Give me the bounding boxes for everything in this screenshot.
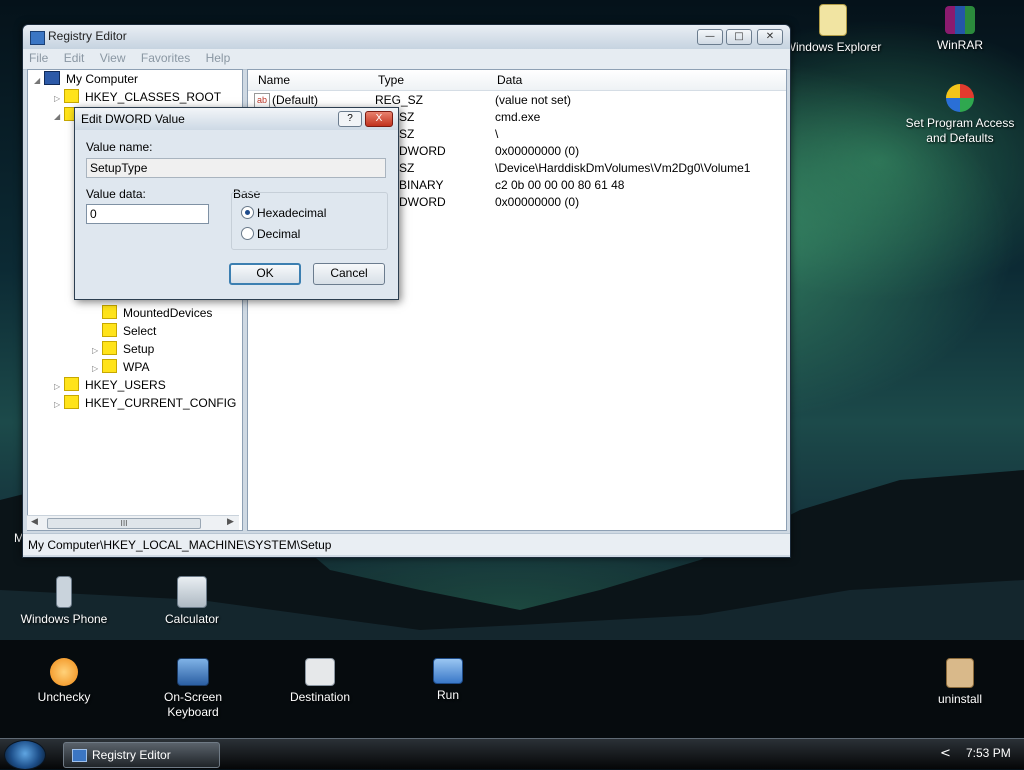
desktop-icon-unchecky[interactable]: Unchecky: [9, 658, 119, 705]
ok-button[interactable]: OK: [229, 263, 301, 285]
base-group: [231, 192, 388, 250]
decimal-radio[interactable]: [241, 227, 254, 240]
value-data-input[interactable]: 0: [86, 204, 209, 224]
collapse-arrow-icon[interactable]: ◢: [54, 108, 64, 126]
column-name[interactable]: Name: [258, 73, 290, 87]
folder-icon: [102, 359, 117, 373]
tree-item-wpa[interactable]: ▷ WPA: [92, 358, 149, 376]
scroll-thumb[interactable]: III: [47, 518, 201, 529]
folder-icon: [102, 323, 117, 337]
folder-icon: [102, 341, 117, 355]
folder-icon: [64, 395, 79, 409]
winrar-books-icon: [945, 6, 975, 34]
string-value-icon: ab: [254, 93, 270, 108]
scroll-left-icon[interactable]: ◀: [31, 517, 38, 527]
decimal-label[interactable]: Decimal: [257, 227, 300, 241]
menu-favorites[interactable]: Favorites: [135, 49, 196, 67]
window-title: Registry Editor: [48, 29, 127, 43]
edit-dword-dialog[interactable]: Edit DWORD Value ? X Value name: SetupTy…: [74, 107, 399, 300]
hexadecimal-radio[interactable]: [241, 206, 254, 219]
taskbar-button-registry-editor[interactable]: Registry Editor: [63, 742, 220, 768]
phone-icon: [56, 576, 72, 608]
registry-app-icon: [30, 31, 45, 45]
calculator-icon: [177, 576, 207, 608]
folder-icon: [64, 377, 79, 391]
value-name-field[interactable]: SetupType: [86, 158, 386, 178]
menu-help[interactable]: Help: [200, 49, 237, 67]
list-header: Name Type Data: [248, 70, 786, 91]
dialog-title: Edit DWORD Value: [81, 112, 185, 126]
dialog-close-button[interactable]: X: [365, 111, 393, 127]
status-bar: My Computer\HKEY_LOCAL_MACHINE\SYSTEM\Se…: [23, 533, 790, 555]
tree-item-select[interactable]: Select: [92, 322, 156, 340]
desktop-icon-uninstall[interactable]: uninstall: [905, 658, 1015, 707]
desktop-icon-calculator[interactable]: Calculator: [137, 576, 247, 627]
title-bar[interactable]: Registry Editor — □ ✕: [23, 25, 790, 49]
value-name-label: Value name:: [86, 140, 153, 154]
desktop-icon-destination[interactable]: Destination: [265, 658, 375, 705]
expand-arrow-icon[interactable]: ▷: [54, 396, 64, 414]
tree-item-setup[interactable]: ▷ Setup: [92, 340, 154, 358]
desktop-icon-on-screen-keyboard[interactable]: On-Screen Keyboard: [137, 658, 249, 720]
tree-item-hkey-classes-root[interactable]: ▷ HKEY_CLASSES_ROOT: [54, 88, 221, 106]
folder-icon: [102, 305, 117, 319]
desktop-icon-set-program-access[interactable]: Set Program Access and Defaults: [902, 84, 1018, 146]
tree-item-my-computer[interactable]: ◢ My Computer: [34, 70, 138, 88]
magnifier-folder-icon: [819, 4, 847, 36]
menu-view[interactable]: View: [94, 49, 132, 67]
column-type[interactable]: Type: [378, 73, 404, 87]
tree-item-hkey-current-config[interactable]: ▷ HKEY_CURRENT_CONFIG: [54, 394, 236, 412]
keyboard-icon: [177, 658, 209, 686]
menu-file[interactable]: File: [23, 49, 54, 67]
folder-icon: [64, 89, 79, 103]
scroll-right-icon[interactable]: ▶: [227, 517, 234, 527]
tree-item-mounteddevices[interactable]: MountedDevices: [92, 304, 212, 322]
start-orb-icon[interactable]: [4, 740, 46, 770]
minimize-button[interactable]: —: [697, 29, 723, 45]
desktop-icon-winrar[interactable]: WinRAR: [905, 6, 1015, 53]
help-button[interactable]: ?: [338, 111, 362, 127]
dialog-title-bar[interactable]: Edit DWORD Value ? X: [75, 108, 398, 130]
close-button[interactable]: ✕: [757, 29, 783, 45]
value-data-label: Value data:: [86, 187, 146, 201]
cancel-button[interactable]: Cancel: [313, 263, 385, 285]
tree-horizontal-scrollbar[interactable]: ◀ III ▶: [27, 515, 239, 530]
clock[interactable]: 7:53 PM: [966, 746, 1011, 760]
desktop-icon-windows-phone[interactable]: Windows Phone: [9, 576, 119, 627]
computer-icon: [44, 71, 60, 85]
unchecky-icon: [50, 658, 78, 686]
uninstall-icon: [946, 658, 974, 688]
desktop-icon-windows-explorer[interactable]: Windows Explorer: [778, 4, 888, 55]
column-data[interactable]: Data: [497, 73, 522, 87]
program-access-icon: [946, 84, 974, 112]
menu-edit[interactable]: Edit: [58, 49, 91, 67]
hexadecimal-label[interactable]: Hexadecimal: [257, 206, 326, 220]
envelope-icon: [305, 658, 335, 686]
taskbar: Registry Editor < 7:53 PM: [0, 738, 1024, 770]
tree-item-hkey-users[interactable]: ▷ HKEY_USERS: [54, 376, 166, 394]
show-hidden-icons-button[interactable]: <: [940, 746, 951, 761]
registry-app-icon: [72, 749, 87, 762]
run-icon: [433, 658, 463, 684]
desktop-icon-run[interactable]: Run: [393, 658, 503, 703]
collapse-arrow-icon[interactable]: ◢: [34, 72, 44, 90]
maximize-button[interactable]: □: [726, 29, 752, 45]
menu-bar: File Edit View Favorites Help: [23, 49, 790, 70]
